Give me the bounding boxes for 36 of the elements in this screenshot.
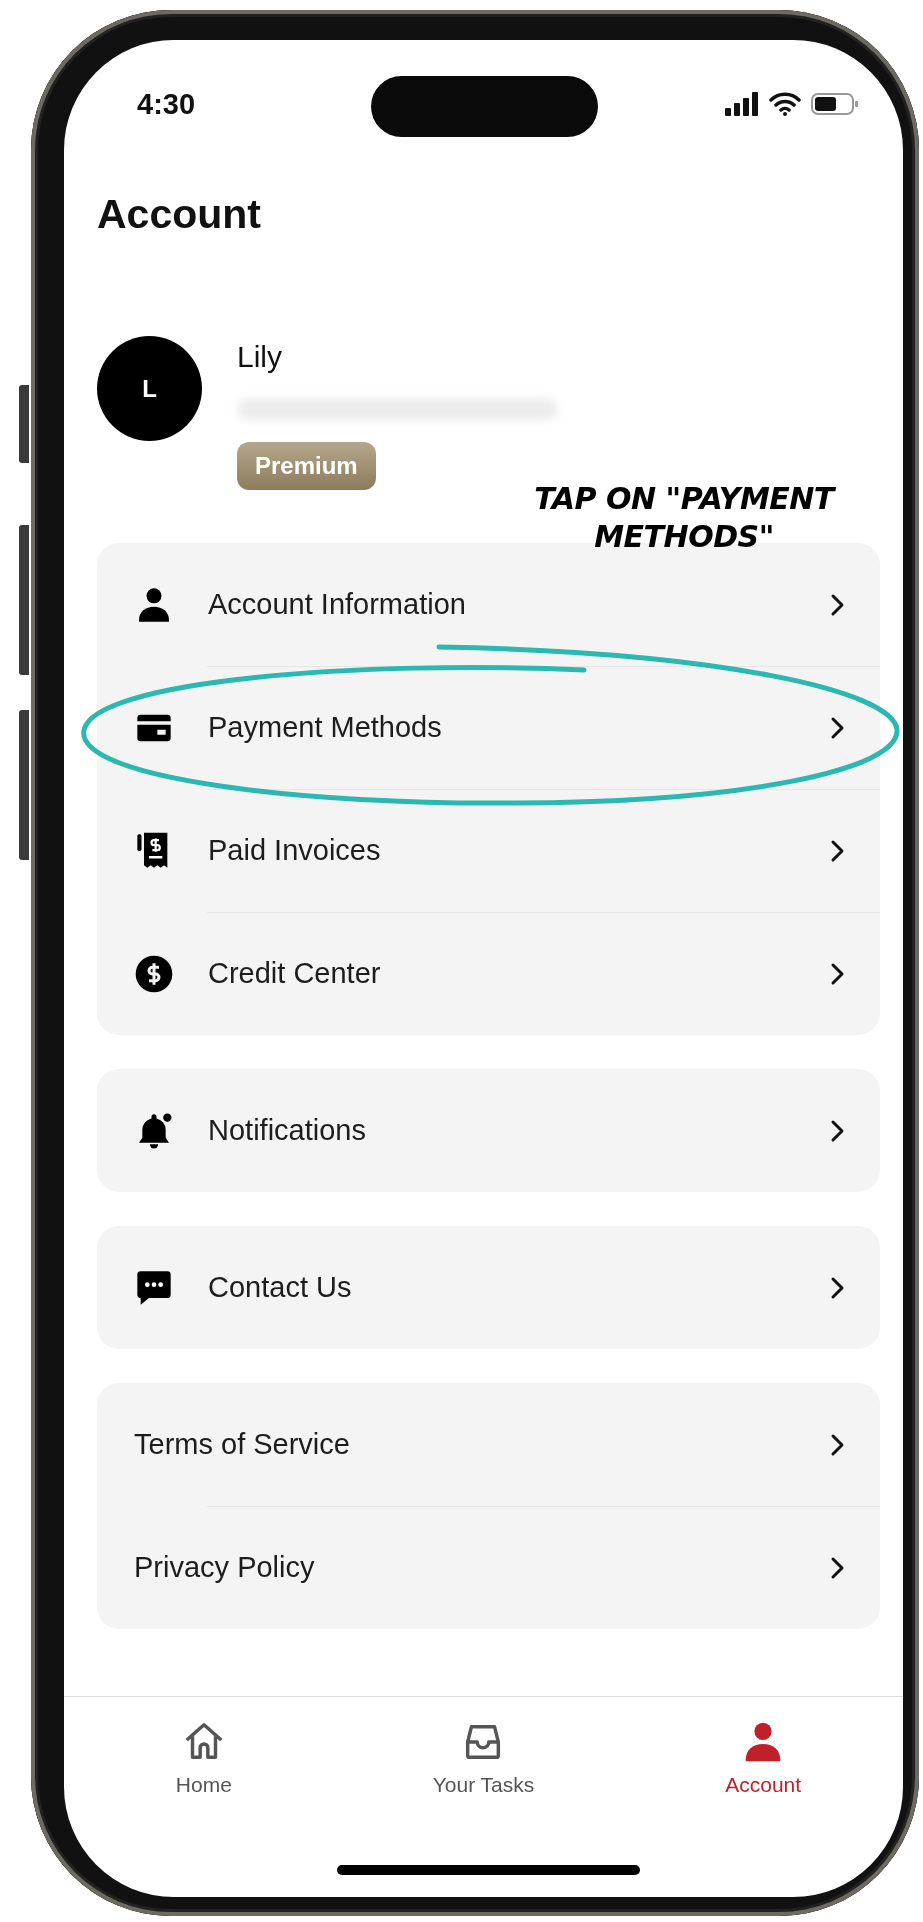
menu-item[interactable]: Privacy Policy bbox=[97, 1506, 880, 1630]
chevron-right-icon bbox=[829, 715, 845, 740]
menu-item[interactable]: Contact Us bbox=[97, 1226, 880, 1350]
menu-item-label: Contact Us bbox=[208, 1271, 353, 1305]
chevron-right-icon bbox=[829, 1118, 845, 1143]
battery-icon bbox=[811, 92, 859, 116]
signal-icon bbox=[725, 92, 759, 116]
menu-item[interactable]: Terms of Service bbox=[97, 1383, 880, 1507]
user-name: Lily bbox=[237, 340, 282, 375]
menu-item-label: Account Information bbox=[208, 588, 467, 622]
menu-item-label: Credit Center bbox=[208, 957, 382, 991]
menu-item[interactable]: Notifications bbox=[97, 1069, 880, 1193]
tab[interactable]: Account bbox=[623, 1719, 903, 1797]
page-title: Account bbox=[97, 190, 262, 239]
menu-item-label: Terms of Service bbox=[134, 1428, 351, 1462]
chevron-right-icon bbox=[829, 1555, 845, 1580]
menu-item-label: Notifications bbox=[208, 1114, 367, 1148]
chevron-right-icon bbox=[829, 592, 845, 617]
annotation-text: TAP ON "PAYMENT METHODS" bbox=[533, 480, 837, 555]
menu-item-label: Privacy Policy bbox=[134, 1551, 316, 1585]
dollar-circle-icon bbox=[134, 953, 174, 994]
chevron-right-icon bbox=[829, 838, 845, 863]
chevron-right-icon bbox=[829, 961, 845, 986]
chevron-right-icon bbox=[829, 1275, 845, 1300]
tab[interactable]: Your Tasks bbox=[343, 1719, 624, 1797]
wifi-icon bbox=[769, 92, 801, 116]
menu-item[interactable]: Paid Invoices bbox=[97, 789, 880, 913]
tab[interactable]: Home bbox=[64, 1719, 344, 1797]
menu-item-label: Payment Methods bbox=[208, 711, 443, 745]
menu-item[interactable]: Payment Methods bbox=[97, 666, 880, 790]
menu-item[interactable]: Credit Center bbox=[97, 912, 880, 1036]
chevron-right-icon bbox=[829, 1432, 845, 1457]
status-time: 4:30 bbox=[137, 87, 196, 121]
menu-item-label: Paid Invoices bbox=[208, 834, 382, 868]
avatar: L bbox=[97, 336, 202, 442]
membership-badge: Premium bbox=[237, 442, 376, 491]
